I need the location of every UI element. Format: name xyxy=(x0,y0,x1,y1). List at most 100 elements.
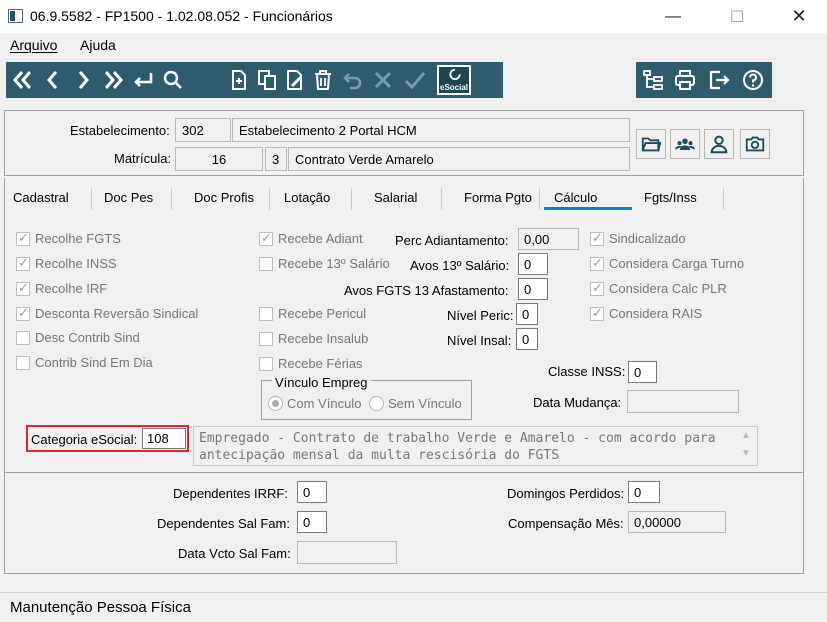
return-icon xyxy=(134,73,153,87)
open-folder-button[interactable] xyxy=(636,129,666,159)
checkbox-box xyxy=(16,355,30,370)
cancel-button[interactable] xyxy=(368,62,398,98)
minimize-button[interactable]: — xyxy=(650,0,696,33)
nivel-insal-field[interactable]: 0 xyxy=(516,328,538,350)
recolhe-irf-checkbox[interactable]: Recolhe IRF xyxy=(16,280,107,296)
checkbox-label: Considera Carga Turno xyxy=(609,256,745,271)
delete-button[interactable] xyxy=(308,62,338,98)
dependentes-irrf-field[interactable]: 0 xyxy=(297,481,327,503)
categoria-esocial-field[interactable]: 108 xyxy=(142,428,186,449)
data-vcto-sal-fam-field[interactable] xyxy=(297,541,397,564)
classe-inss-field[interactable]: 0 xyxy=(628,361,657,383)
contrato-name-field: Contrato Verde Amarelo xyxy=(288,147,630,171)
perc-adiantamento-field[interactable]: 0,00 xyxy=(518,228,579,250)
checkbox-box xyxy=(16,305,30,321)
tree-structure-button[interactable] xyxy=(638,62,668,98)
previous-record-icon xyxy=(47,71,58,89)
edit-record-button[interactable] xyxy=(280,62,310,98)
maximize-button[interactable]: ☐ xyxy=(714,0,760,33)
toolbar-navigation: eSocial xyxy=(6,62,503,98)
radio-label: Sem Vínculo xyxy=(388,396,462,411)
radio-sem-vinculo[interactable]: Sem Vínculo xyxy=(369,396,462,411)
last-record-button[interactable] xyxy=(98,62,128,98)
nivel-insal-label: Nível Insal: xyxy=(447,333,512,348)
recebe-adiant-checkbox[interactable]: Recebe Adiant xyxy=(259,230,363,246)
tab-forma-pgto[interactable]: Forma Pgto xyxy=(456,188,540,210)
checkbox-label: Considera Calc PLR xyxy=(609,281,727,296)
copy-record-button[interactable] xyxy=(252,62,282,98)
avos-13-salario-field[interactable]: 0 xyxy=(518,253,548,275)
undo-button[interactable] xyxy=(338,62,368,98)
help-button[interactable] xyxy=(738,62,768,98)
return-button[interactable] xyxy=(128,62,158,98)
dependentes-sal-fam-label: Dependentes Sal Fam: xyxy=(157,516,290,531)
person-icon xyxy=(710,135,728,154)
exit-icon xyxy=(709,70,730,90)
new-record-button[interactable] xyxy=(224,62,254,98)
scroll-down-icon[interactable]: ▼ xyxy=(735,445,757,463)
exit-button[interactable] xyxy=(704,62,734,98)
recebe-pericul-checkbox[interactable]: Recebe Pericul xyxy=(259,306,366,321)
group-button[interactable] xyxy=(670,129,700,159)
description-scrollbar[interactable]: ▲ ▼ xyxy=(735,427,757,465)
desc-contrib-sind-checkbox[interactable]: Desc Contrib Sind xyxy=(16,330,140,345)
nivel-peric-field[interactable]: 0 xyxy=(516,303,538,325)
checkbox-label: Contrib Sind Em Dia xyxy=(35,355,153,370)
scroll-up-icon[interactable]: ▲ xyxy=(735,427,757,445)
considera-calc-plr-checkbox[interactable]: Considera Calc PLR xyxy=(590,280,727,296)
perc-adiantamento-label: Perc Adiantamento: xyxy=(395,233,509,248)
camera-button[interactable] xyxy=(740,129,770,159)
estabelecimento-code-field[interactable]: 302 xyxy=(175,118,231,142)
tab-salarial[interactable]: Salarial xyxy=(366,188,442,210)
tab-calculo[interactable]: Cálculo xyxy=(544,188,632,210)
menu-ajuda[interactable]: Ajuda xyxy=(80,37,116,53)
tab-doc-profis[interactable]: Doc Profis xyxy=(186,188,270,210)
domingos-perdidos-field[interactable]: 0 xyxy=(628,481,660,503)
tab-lotacao[interactable]: Lotação xyxy=(276,188,352,210)
recebe-ferias-checkbox[interactable]: Recebe Férias xyxy=(259,356,363,371)
checkbox-label: Recolhe FGTS xyxy=(35,231,121,246)
recebe-13-salario-checkbox[interactable]: Recebe 13º Salário xyxy=(259,256,390,271)
close-button[interactable]: ✕ xyxy=(776,0,822,33)
person-button[interactable] xyxy=(704,129,734,159)
confirm-button[interactable] xyxy=(400,62,430,98)
print-button[interactable] xyxy=(670,62,700,98)
nivel-peric-label: Nível Peric: xyxy=(447,308,514,323)
esocial-button[interactable]: eSocial xyxy=(436,62,472,98)
next-record-button[interactable] xyxy=(68,62,98,98)
matricula-field[interactable]: 16 xyxy=(175,147,263,171)
contrib-sind-em-dia-checkbox[interactable]: Contrib Sind Em Dia xyxy=(16,355,153,370)
menu-bar: Arquivo Ajuda xyxy=(0,33,827,57)
esocial-icon: eSocial xyxy=(437,65,471,95)
compensacao-mes-field[interactable]: 0,00000 xyxy=(628,511,726,533)
dependentes-sal-fam-field[interactable]: 0 xyxy=(297,511,327,533)
desconta-reversao-sindical-checkbox[interactable]: Desconta Reversão Sindical xyxy=(16,305,199,321)
avos-fgts-13-label: Avos FGTS 13 Afastamento: xyxy=(344,283,509,298)
copy-record-icon xyxy=(258,70,276,90)
recolhe-fgts-checkbox[interactable]: Recolhe FGTS xyxy=(16,230,121,246)
window-edge xyxy=(810,60,827,590)
checkbox-box xyxy=(590,230,604,246)
recolhe-inss-checkbox[interactable]: Recolhe INSS xyxy=(16,255,117,271)
first-record-button[interactable] xyxy=(8,62,38,98)
previous-record-button[interactable] xyxy=(38,62,68,98)
considera-rais-checkbox[interactable]: Considera RAIS xyxy=(590,305,702,321)
tab-doc-pes[interactable]: Doc Pes xyxy=(96,188,172,210)
classe-inss-label: Classe INSS: xyxy=(548,364,626,379)
considera-carga-turno-checkbox[interactable]: Considera Carga Turno xyxy=(590,255,745,271)
checkbox-label: Desconta Reversão Sindical xyxy=(35,306,199,321)
sindicalizado-checkbox[interactable]: Sindicalizado xyxy=(590,230,686,246)
avos-fgts-13-field[interactable]: 0 xyxy=(518,278,548,300)
search-button[interactable] xyxy=(158,62,188,98)
contrato-code-field[interactable]: 3 xyxy=(265,147,287,171)
data-mudanca-field[interactable] xyxy=(627,390,739,413)
recebe-insalub-checkbox[interactable]: Recebe Insalub xyxy=(259,331,368,346)
checkbox-label: Recebe Pericul xyxy=(278,306,367,321)
matricula-label: Matrícula: xyxy=(114,151,172,166)
checkbox-label: Recebe 13º Salário xyxy=(278,256,390,271)
radio-com-vinculo[interactable]: Com Vínculo xyxy=(268,396,361,411)
tab-cadastral[interactable]: Cadastral xyxy=(6,188,92,210)
menu-arquivo[interactable]: Arquivo xyxy=(10,37,57,53)
tab-fgts-inss[interactable]: Fgts/Inss xyxy=(636,188,724,210)
search-icon xyxy=(163,70,182,89)
